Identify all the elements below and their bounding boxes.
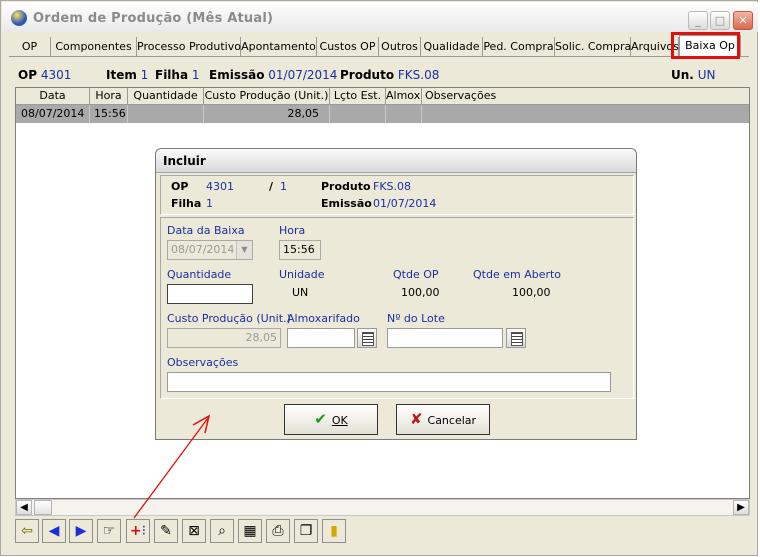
annotation-arrow-icon: [133, 414, 211, 519]
